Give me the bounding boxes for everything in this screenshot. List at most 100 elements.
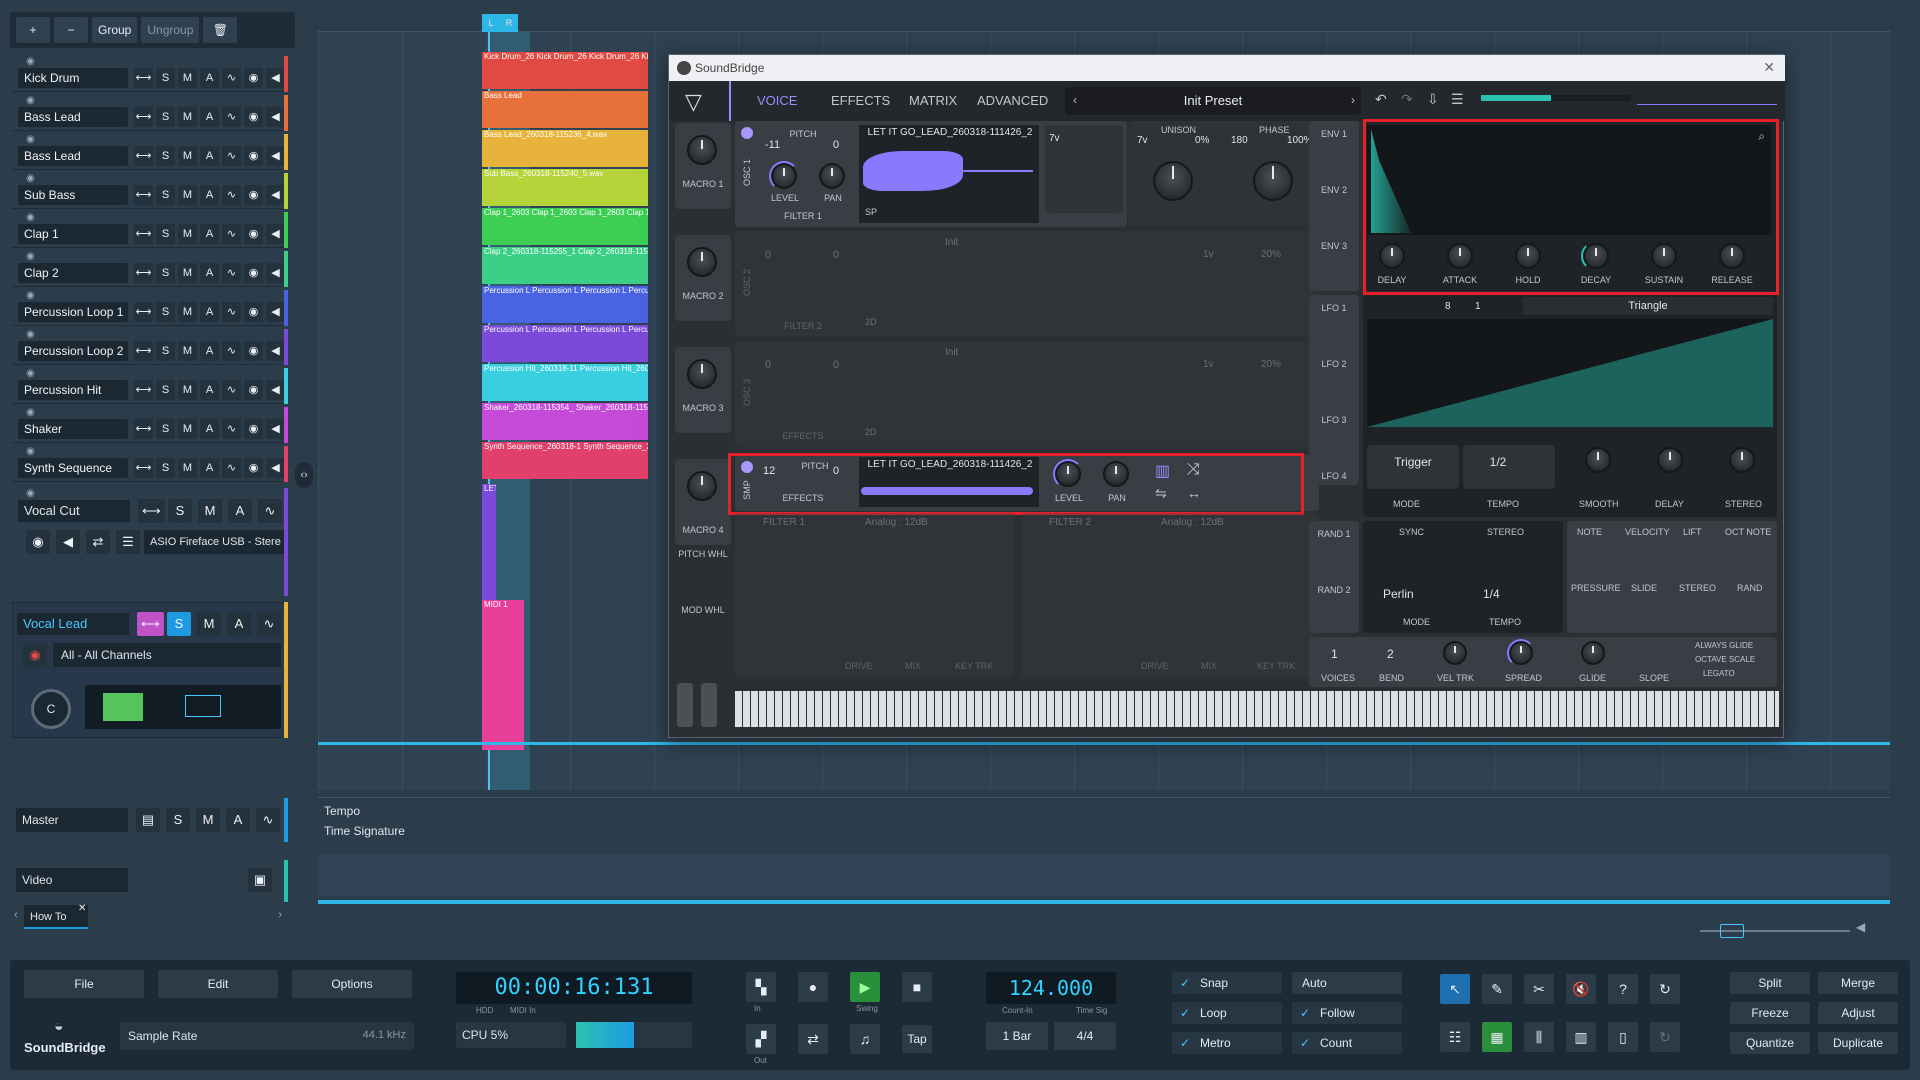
track-name[interactable]: Kick Drum: [18, 68, 128, 88]
solo-button[interactable]: S: [156, 380, 175, 400]
punch-out-icon[interactable]: ▞: [746, 1024, 776, 1054]
speaker-icon[interactable]: ◀: [266, 146, 285, 166]
speaker-icon[interactable]: ◀: [266, 224, 285, 244]
envelope-icon[interactable]: ∿: [222, 458, 241, 478]
plugin-title-bar[interactable]: SoundBridge: [669, 55, 1785, 81]
pitch-fine[interactable]: 0: [833, 359, 839, 371]
next-preset-icon[interactable]: ›: [1351, 93, 1355, 107]
mute-button[interactable]: M: [178, 458, 197, 478]
filter-route[interactable]: EFFECTS: [763, 431, 843, 441]
count-toggle[interactable]: Count: [1292, 1032, 1402, 1054]
quantize-button[interactable]: Quantize: [1730, 1032, 1810, 1054]
delete-track-icon[interactable]: 🗑: [203, 17, 238, 43]
adjust-button[interactable]: Adjust: [1818, 1002, 1898, 1024]
mute-button[interactable]: M: [178, 380, 197, 400]
mpe-velocity[interactable]: VELOCITY: [1625, 527, 1670, 537]
monitor-icon[interactable]: ◉: [244, 419, 263, 439]
rand-mode-value[interactable]: Perlin: [1383, 587, 1414, 601]
env-sustain-knob[interactable]: [1651, 243, 1677, 269]
spread-knob[interactable]: [1507, 639, 1535, 667]
env-decay-knob[interactable]: [1581, 241, 1609, 271]
track-name[interactable]: Sub Bass: [18, 185, 128, 205]
lfo-mode-value[interactable]: Trigger: [1367, 455, 1459, 469]
record-icon[interactable]: ◉: [26, 530, 50, 554]
solo-button[interactable]: S: [156, 224, 175, 244]
zoom-control[interactable]: ◀: [1700, 920, 1880, 942]
record-arm-icon[interactable]: ⟷: [134, 419, 153, 439]
solo-button[interactable]: S: [156, 107, 175, 127]
horizontal-scrollbar[interactable]: [318, 742, 1890, 745]
osc-1-level-knob[interactable]: [769, 161, 799, 191]
track-row[interactable]: ◉ Percussion Hit ⟷ S M A ∿ ◉ ◀: [12, 368, 288, 404]
unison-voices[interactable]: 1v: [1203, 249, 1214, 260]
env-release-knob[interactable]: [1719, 243, 1745, 269]
file-menu[interactable]: File: [24, 970, 144, 998]
monitor-icon[interactable]: ◉: [244, 107, 263, 127]
save-icon[interactable]: ⇩: [1427, 91, 1439, 108]
visibility-eye-icon[interactable]: ◉: [26, 251, 35, 262]
record-arm-icon[interactable]: ⟷: [134, 68, 153, 88]
piano-roll-icon[interactable]: ▥: [1566, 1022, 1596, 1052]
panel-splitter-icon[interactable]: ‹›: [295, 462, 313, 488]
visibility-eye-icon[interactable]: ◉: [26, 95, 35, 106]
record-arm-icon[interactable]: ⟷: [134, 380, 153, 400]
record-arm-icon[interactable]: ⟷: [134, 224, 153, 244]
scissors-tool-icon[interactable]: ✂: [1524, 974, 1554, 1004]
automation-button[interactable]: A: [200, 302, 219, 322]
osc-1-pan-knob[interactable]: [819, 163, 845, 189]
envelope-icon[interactable]: ∿: [222, 419, 241, 439]
visibility-eye-icon[interactable]: ◉: [26, 56, 35, 67]
lfo-rate[interactable]: 1: [1475, 301, 1481, 312]
mute-button[interactable]: M: [178, 185, 197, 205]
unison-voices[interactable]: 7v: [1049, 133, 1060, 144]
tempo-display[interactable]: 124.000: [986, 972, 1116, 1004]
tracks-view-icon[interactable]: ☷: [1440, 1022, 1470, 1052]
automation-button[interactable]: A: [200, 458, 219, 478]
automation-button[interactable]: A: [200, 68, 219, 88]
monitor-icon[interactable]: ◉: [244, 302, 263, 322]
ruler[interactable]: [318, 12, 1890, 32]
loop-mode-icon[interactable]: ⇄: [798, 1024, 828, 1054]
automation-button[interactable]: A: [200, 224, 219, 244]
count-in-select[interactable]: 1 Bar: [986, 1022, 1048, 1050]
mute-button[interactable]: M: [196, 808, 220, 832]
automation-button[interactable]: A: [200, 107, 219, 127]
metronome-note-icon[interactable]: ♫: [850, 1024, 880, 1054]
track-name[interactable]: Percussion Loop 2: [18, 341, 128, 361]
unison-knob[interactable]: [1153, 161, 1193, 201]
record-arm-icon[interactable]: ⟷: [137, 612, 164, 636]
record-arm-icon[interactable]: ⟷: [134, 302, 153, 322]
arrange-view-icon[interactable]: ▦: [1482, 1022, 1512, 1052]
stop-icon[interactable]: ■: [902, 972, 932, 1002]
speaker-icon[interactable]: ◀: [266, 68, 285, 88]
lfo-mode[interactable]: Trigger: [1367, 445, 1459, 489]
mpe-stereo[interactable]: STEREO: [1679, 583, 1716, 593]
options-menu[interactable]: Options: [292, 970, 412, 998]
macro-1-knob[interactable]: [687, 135, 717, 165]
loop-toggle[interactable]: Loop: [1172, 1002, 1282, 1024]
mute-button[interactable]: M: [178, 146, 197, 166]
solo-button[interactable]: S: [156, 302, 175, 322]
envelope-icon[interactable]: ∿: [222, 263, 241, 283]
track-master[interactable]: Master ▤ S M A ∿: [12, 798, 288, 842]
fader-handle[interactable]: [185, 695, 221, 717]
record-icon[interactable]: ●: [798, 972, 828, 1002]
menu-icon[interactable]: ☰: [1451, 91, 1464, 108]
mpe-slide[interactable]: SLIDE: [1631, 583, 1657, 593]
solo-button[interactable]: S: [156, 341, 175, 361]
mpe-rand[interactable]: RAND: [1737, 583, 1763, 593]
lfo-steps[interactable]: 8: [1445, 301, 1451, 312]
osc-1-waveform[interactable]: LET IT GO_LEAD_260318-111426_2 SP: [859, 125, 1039, 223]
vel-trk-knob[interactable]: [1443, 641, 1467, 665]
envelope-icon[interactable]: ∿: [258, 499, 282, 523]
track-name[interactable]: Percussion Loop 1: [18, 302, 128, 322]
monitor-icon[interactable]: ◉: [244, 146, 263, 166]
envelope-graph[interactable]: ⌕: [1367, 125, 1771, 235]
record-arm-icon[interactable]: ⟷: [134, 185, 153, 205]
loop-start-marker[interactable]: L: [482, 14, 500, 32]
mpe-lift[interactable]: LIFT: [1683, 527, 1702, 537]
visibility-eye-icon[interactable]: ◉: [26, 212, 35, 223]
envelope-icon[interactable]: ∿: [256, 808, 280, 832]
snap-toggle[interactable]: Snap: [1172, 972, 1282, 994]
monitor-icon[interactable]: ◀: [56, 530, 80, 554]
